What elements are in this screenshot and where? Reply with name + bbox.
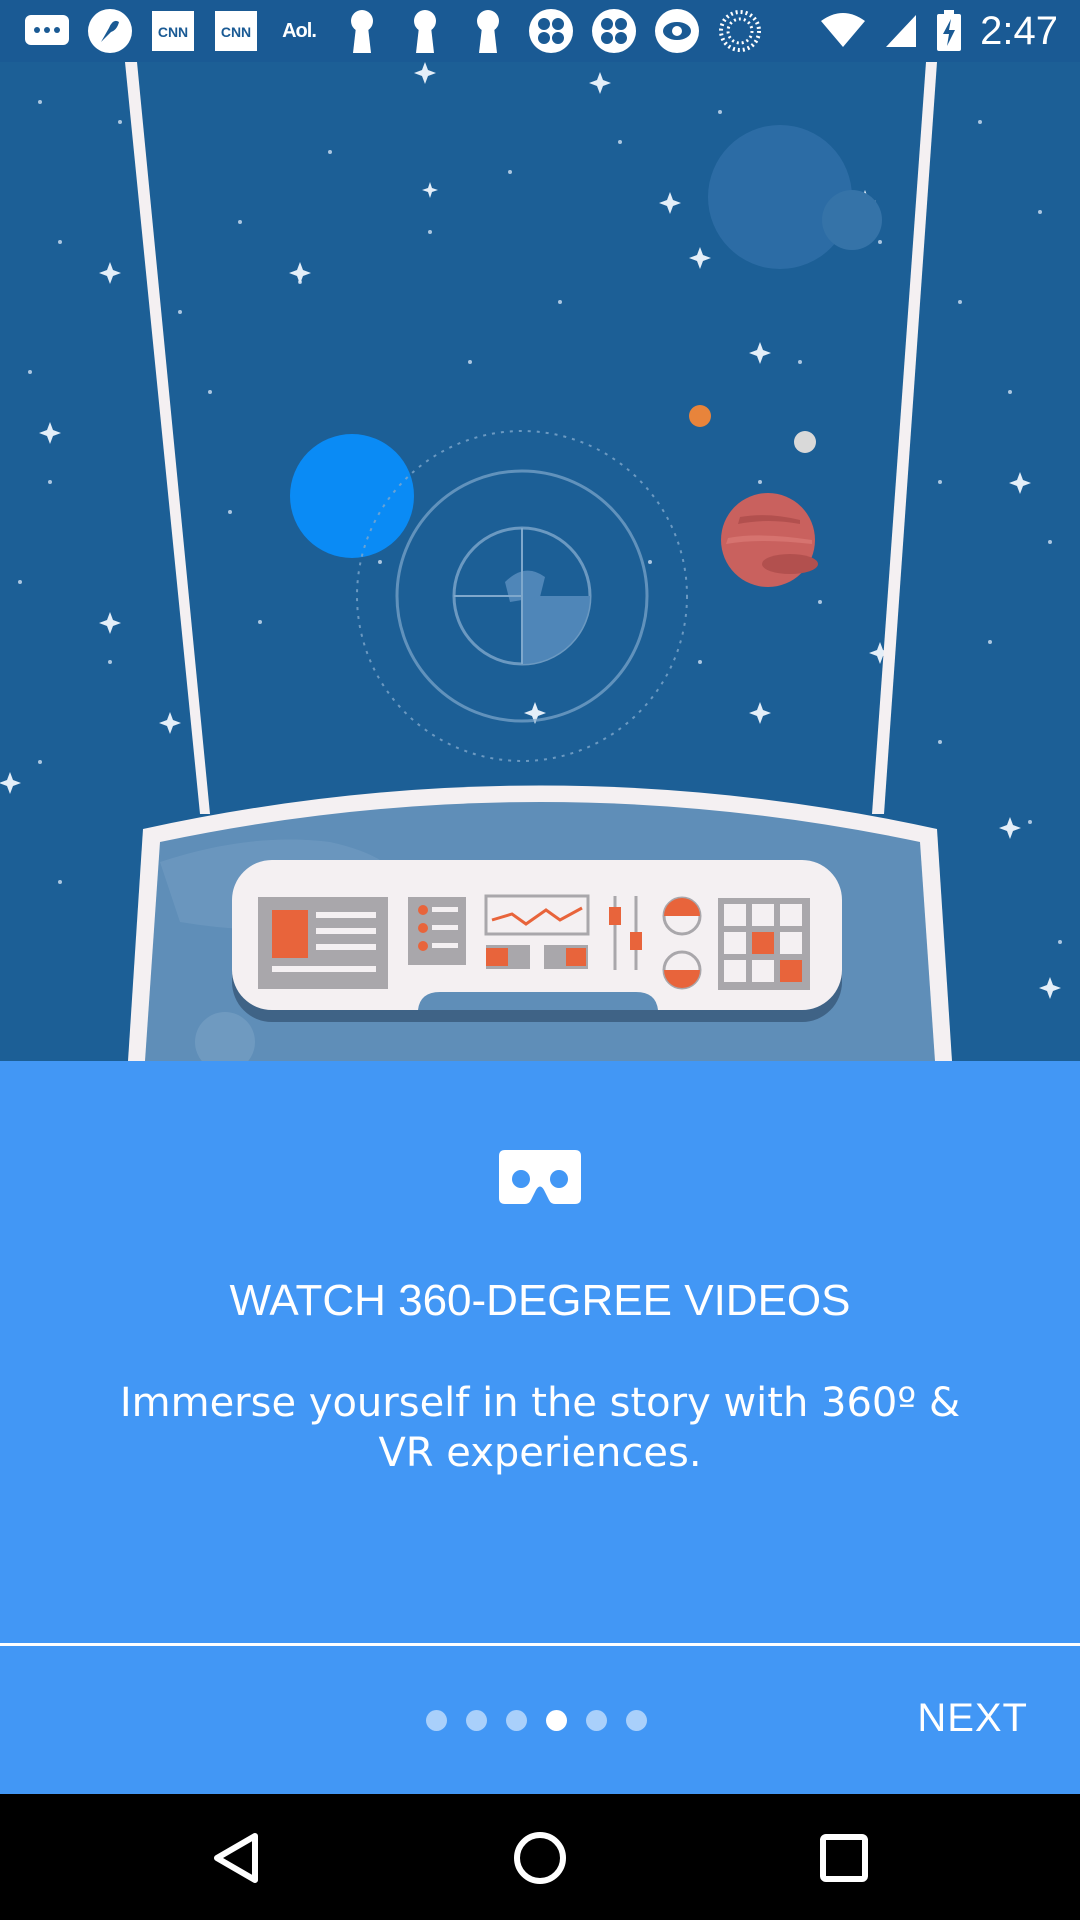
page-dot[interactable] [506,1710,527,1731]
page-dot[interactable] [626,1710,647,1731]
page-dot[interactable] [426,1710,447,1731]
dotted-circle-icon [717,8,763,54]
cnn-icon: CNN [150,8,196,54]
home-icon[interactable] [510,1828,570,1888]
clock-time: 2:47 [980,8,1058,53]
cnn-icon: CNN [213,8,259,54]
page-indicator [426,1710,647,1732]
clover-icon [528,8,574,54]
battery-charging-icon [937,10,962,51]
cnn-text: CNN [221,24,251,40]
back-icon[interactable] [205,1828,265,1888]
navigation-bar [0,1794,1080,1920]
next-button[interactable]: NEXT [917,1696,1028,1741]
keyhole-icon [465,8,511,54]
onboarding-description: Immerse yourself in the story with 360º … [119,1380,961,1476]
signal-icon [886,15,917,47]
status-bar: CNN CNN Aol. 2:47 [0,0,1080,62]
page-dot[interactable] [586,1710,607,1731]
page-dot-active[interactable] [546,1710,567,1731]
cnn-text: CNN [158,24,188,40]
keyhole-icon [339,8,385,54]
vr-headset-icon [499,1150,581,1204]
eye-icon [654,8,700,54]
messages-icon [24,8,70,54]
recents-icon[interactable] [814,1828,874,1888]
fan-icon [87,8,133,54]
divider [0,1643,1080,1646]
keyhole-icon [402,8,448,54]
onboarding-title: WATCH 360-DEGREE VIDEOS [229,1276,851,1325]
clover-icon [591,8,637,54]
space-illustration [0,62,1080,1061]
system-icons: 2:47 [820,8,1058,54]
aol-icon: Aol. [282,19,317,42]
page-dot[interactable] [466,1710,487,1731]
notification-icons: CNN CNN Aol. [24,8,763,54]
wifi-icon [821,13,866,47]
